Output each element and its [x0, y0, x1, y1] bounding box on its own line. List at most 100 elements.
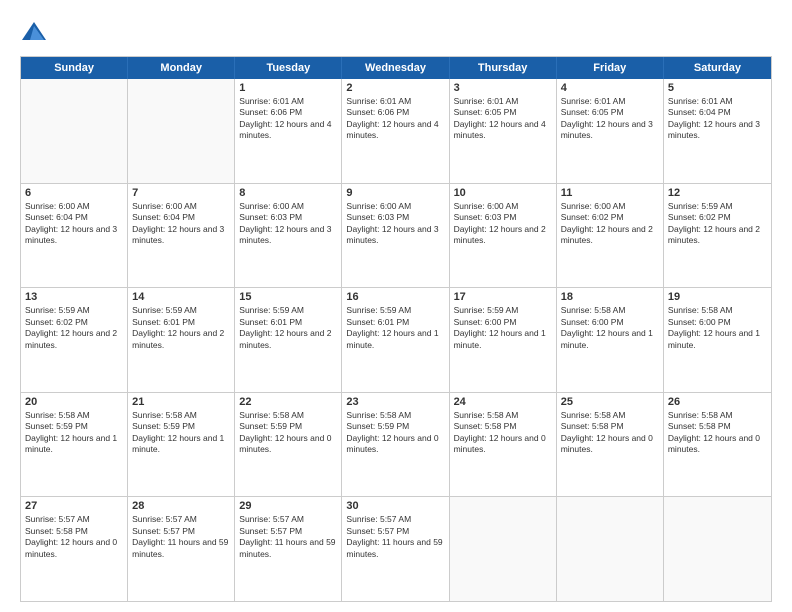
day-number: 18: [561, 291, 659, 303]
day-info: Sunrise: 5:57 AM Sunset: 5:57 PM Dayligh…: [239, 514, 337, 560]
day-number: 25: [561, 396, 659, 408]
day-cell-30: 30 Sunrise: 5:57 AM Sunset: 5:57 PM Dayli…: [342, 497, 449, 601]
day-info: Sunrise: 5:58 AM Sunset: 5:58 PM Dayligh…: [561, 410, 659, 456]
day-number: 20: [25, 396, 123, 408]
day-number: 15: [239, 291, 337, 303]
day-number: 27: [25, 500, 123, 512]
day-cell-3: 3 Sunrise: 6:01 AM Sunset: 6:05 PM Daylig…: [450, 79, 557, 183]
day-info: Sunrise: 6:00 AM Sunset: 6:04 PM Dayligh…: [25, 201, 123, 247]
header-cell-tuesday: Tuesday: [235, 57, 342, 79]
header-cell-thursday: Thursday: [450, 57, 557, 79]
day-cell-11: 11 Sunrise: 6:00 AM Sunset: 6:02 PM Dayli…: [557, 184, 664, 288]
day-info: Sunrise: 5:58 AM Sunset: 5:59 PM Dayligh…: [25, 410, 123, 456]
day-info: Sunrise: 5:59 AM Sunset: 6:00 PM Dayligh…: [454, 305, 552, 351]
day-number: 29: [239, 500, 337, 512]
empty-cell: [128, 79, 235, 183]
day-cell-12: 12 Sunrise: 5:59 AM Sunset: 6:02 PM Dayli…: [664, 184, 771, 288]
day-number: 8: [239, 187, 337, 199]
day-cell-1: 1 Sunrise: 6:01 AM Sunset: 6:06 PM Daylig…: [235, 79, 342, 183]
calendar-row-2: 6 Sunrise: 6:00 AM Sunset: 6:04 PM Daylig…: [21, 183, 771, 288]
day-number: 30: [346, 500, 444, 512]
calendar-row-3: 13 Sunrise: 5:59 AM Sunset: 6:02 PM Dayli…: [21, 287, 771, 392]
day-number: 3: [454, 82, 552, 94]
header-cell-sunday: Sunday: [21, 57, 128, 79]
day-number: 5: [668, 82, 767, 94]
day-info: Sunrise: 5:57 AM Sunset: 5:57 PM Dayligh…: [132, 514, 230, 560]
day-info: Sunrise: 5:59 AM Sunset: 6:02 PM Dayligh…: [668, 201, 767, 247]
empty-cell: [21, 79, 128, 183]
day-info: Sunrise: 6:00 AM Sunset: 6:02 PM Dayligh…: [561, 201, 659, 247]
day-number: 11: [561, 187, 659, 199]
day-cell-25: 25 Sunrise: 5:58 AM Sunset: 5:58 PM Dayli…: [557, 393, 664, 497]
day-cell-26: 26Sunrise: 5:58 AM Sunset: 5:58 PM Dayli…: [664, 393, 771, 497]
day-cell-5: 5 Sunrise: 6:01 AM Sunset: 6:04 PM Daylig…: [664, 79, 771, 183]
day-number: 6: [25, 187, 123, 199]
day-info: Sunrise: 6:01 AM Sunset: 6:06 PM Dayligh…: [239, 96, 337, 142]
day-info: Sunrise: 5:57 AM Sunset: 5:58 PM Dayligh…: [25, 514, 123, 560]
day-number: 1: [239, 82, 337, 94]
day-number: 17: [454, 291, 552, 303]
day-number: 7: [132, 187, 230, 199]
day-number: 9: [346, 187, 444, 199]
day-info: Sunrise: 6:01 AM Sunset: 6:05 PM Dayligh…: [454, 96, 552, 142]
page: SundayMondayTuesdayWednesdayThursdayFrid…: [0, 0, 792, 612]
day-cell-14: 14 Sunrise: 5:59 AM Sunset: 6:01 PM Dayli…: [128, 288, 235, 392]
day-info: Sunrise: 5:57 AM Sunset: 5:57 PM Dayligh…: [346, 514, 444, 560]
day-cell-16: 16 Sunrise: 5:59 AM Sunset: 6:01 PM Dayli…: [342, 288, 449, 392]
day-info: Sunrise: 5:59 AM Sunset: 6:01 PM Dayligh…: [239, 305, 337, 351]
day-number: 26: [668, 396, 767, 408]
day-cell-19: 19 Sunrise: 5:58 AM Sunset: 6:00 PM Dayli…: [664, 288, 771, 392]
header-cell-friday: Friday: [557, 57, 664, 79]
day-number: 14: [132, 291, 230, 303]
day-info: Sunrise: 5:58 AM Sunset: 5:58 PM Dayligh…: [454, 410, 552, 456]
header-cell-wednesday: Wednesday: [342, 57, 449, 79]
day-info: Sunrise: 6:00 AM Sunset: 6:03 PM Dayligh…: [454, 201, 552, 247]
day-info: Sunrise: 6:01 AM Sunset: 6:04 PM Dayligh…: [668, 96, 767, 142]
day-cell-17: 17 Sunrise: 5:59 AM Sunset: 6:00 PM Dayli…: [450, 288, 557, 392]
day-info: Sunrise: 6:01 AM Sunset: 6:05 PM Dayligh…: [561, 96, 659, 142]
day-info: Sunrise: 5:59 AM Sunset: 6:01 PM Dayligh…: [132, 305, 230, 351]
day-number: 24: [454, 396, 552, 408]
day-cell-10: 10Sunrise: 6:00 AM Sunset: 6:03 PM Dayli…: [450, 184, 557, 288]
day-cell-23: 23 Sunrise: 5:58 AM Sunset: 5:59 PM Dayli…: [342, 393, 449, 497]
calendar-row-1: 1 Sunrise: 6:01 AM Sunset: 6:06 PM Daylig…: [21, 79, 771, 183]
day-cell-21: 21Sunrise: 5:58 AM Sunset: 5:59 PM Dayli…: [128, 393, 235, 497]
day-number: 23: [346, 396, 444, 408]
day-number: 19: [668, 291, 767, 303]
calendar-row-5: 27 Sunrise: 5:57 AM Sunset: 5:58 PM Dayli…: [21, 496, 771, 601]
day-number: 13: [25, 291, 123, 303]
day-info: Sunrise: 6:00 AM Sunset: 6:03 PM Dayligh…: [346, 201, 444, 247]
calendar: SundayMondayTuesdayWednesdayThursdayFrid…: [20, 56, 772, 602]
day-cell-29: 29 Sunrise: 5:57 AM Sunset: 5:57 PM Dayli…: [235, 497, 342, 601]
day-number: 22: [239, 396, 337, 408]
day-number: 16: [346, 291, 444, 303]
day-info: Sunrise: 5:58 AM Sunset: 5:59 PM Dayligh…: [239, 410, 337, 456]
day-cell-2: 2 Sunrise: 6:01 AM Sunset: 6:06 PM Daylig…: [342, 79, 449, 183]
day-number: 4: [561, 82, 659, 94]
day-cell-8: 8 Sunrise: 6:00 AM Sunset: 6:03 PM Daylig…: [235, 184, 342, 288]
day-cell-4: 4 Sunrise: 6:01 AM Sunset: 6:05 PM Daylig…: [557, 79, 664, 183]
day-info: Sunrise: 5:58 AM Sunset: 6:00 PM Dayligh…: [561, 305, 659, 351]
calendar-header: SundayMondayTuesdayWednesdayThursdayFrid…: [21, 57, 771, 79]
day-info: Sunrise: 6:00 AM Sunset: 6:03 PM Dayligh…: [239, 201, 337, 247]
day-cell-24: 24 Sunrise: 5:58 AM Sunset: 5:58 PM Dayli…: [450, 393, 557, 497]
day-number: 2: [346, 82, 444, 94]
day-info: Sunrise: 5:58 AM Sunset: 5:59 PM Dayligh…: [346, 410, 444, 456]
day-cell-9: 9 Sunrise: 6:00 AM Sunset: 6:03 PM Daylig…: [342, 184, 449, 288]
day-cell-7: 7Sunrise: 6:00 AM Sunset: 6:04 PM Daylig…: [128, 184, 235, 288]
day-cell-18: 18 Sunrise: 5:58 AM Sunset: 6:00 PM Dayli…: [557, 288, 664, 392]
day-number: 12: [668, 187, 767, 199]
empty-cell: [557, 497, 664, 601]
day-cell-13: 13 Sunrise: 5:59 AM Sunset: 6:02 PM Dayli…: [21, 288, 128, 392]
day-cell-28: 28Sunrise: 5:57 AM Sunset: 5:57 PM Dayli…: [128, 497, 235, 601]
header-cell-monday: Monday: [128, 57, 235, 79]
calendar-row-4: 20 Sunrise: 5:58 AM Sunset: 5:59 PM Dayli…: [21, 392, 771, 497]
header: [20, 18, 772, 46]
empty-cell: [450, 497, 557, 601]
day-info: Sunrise: 6:01 AM Sunset: 6:06 PM Dayligh…: [346, 96, 444, 142]
empty-cell: [664, 497, 771, 601]
day-info: Sunrise: 5:59 AM Sunset: 6:02 PM Dayligh…: [25, 305, 123, 351]
day-info: Sunrise: 5:58 AM Sunset: 6:00 PM Dayligh…: [668, 305, 767, 351]
calendar-body: 1 Sunrise: 6:01 AM Sunset: 6:06 PM Daylig…: [21, 79, 771, 601]
day-info: Sunrise: 5:59 AM Sunset: 6:01 PM Dayligh…: [346, 305, 444, 351]
